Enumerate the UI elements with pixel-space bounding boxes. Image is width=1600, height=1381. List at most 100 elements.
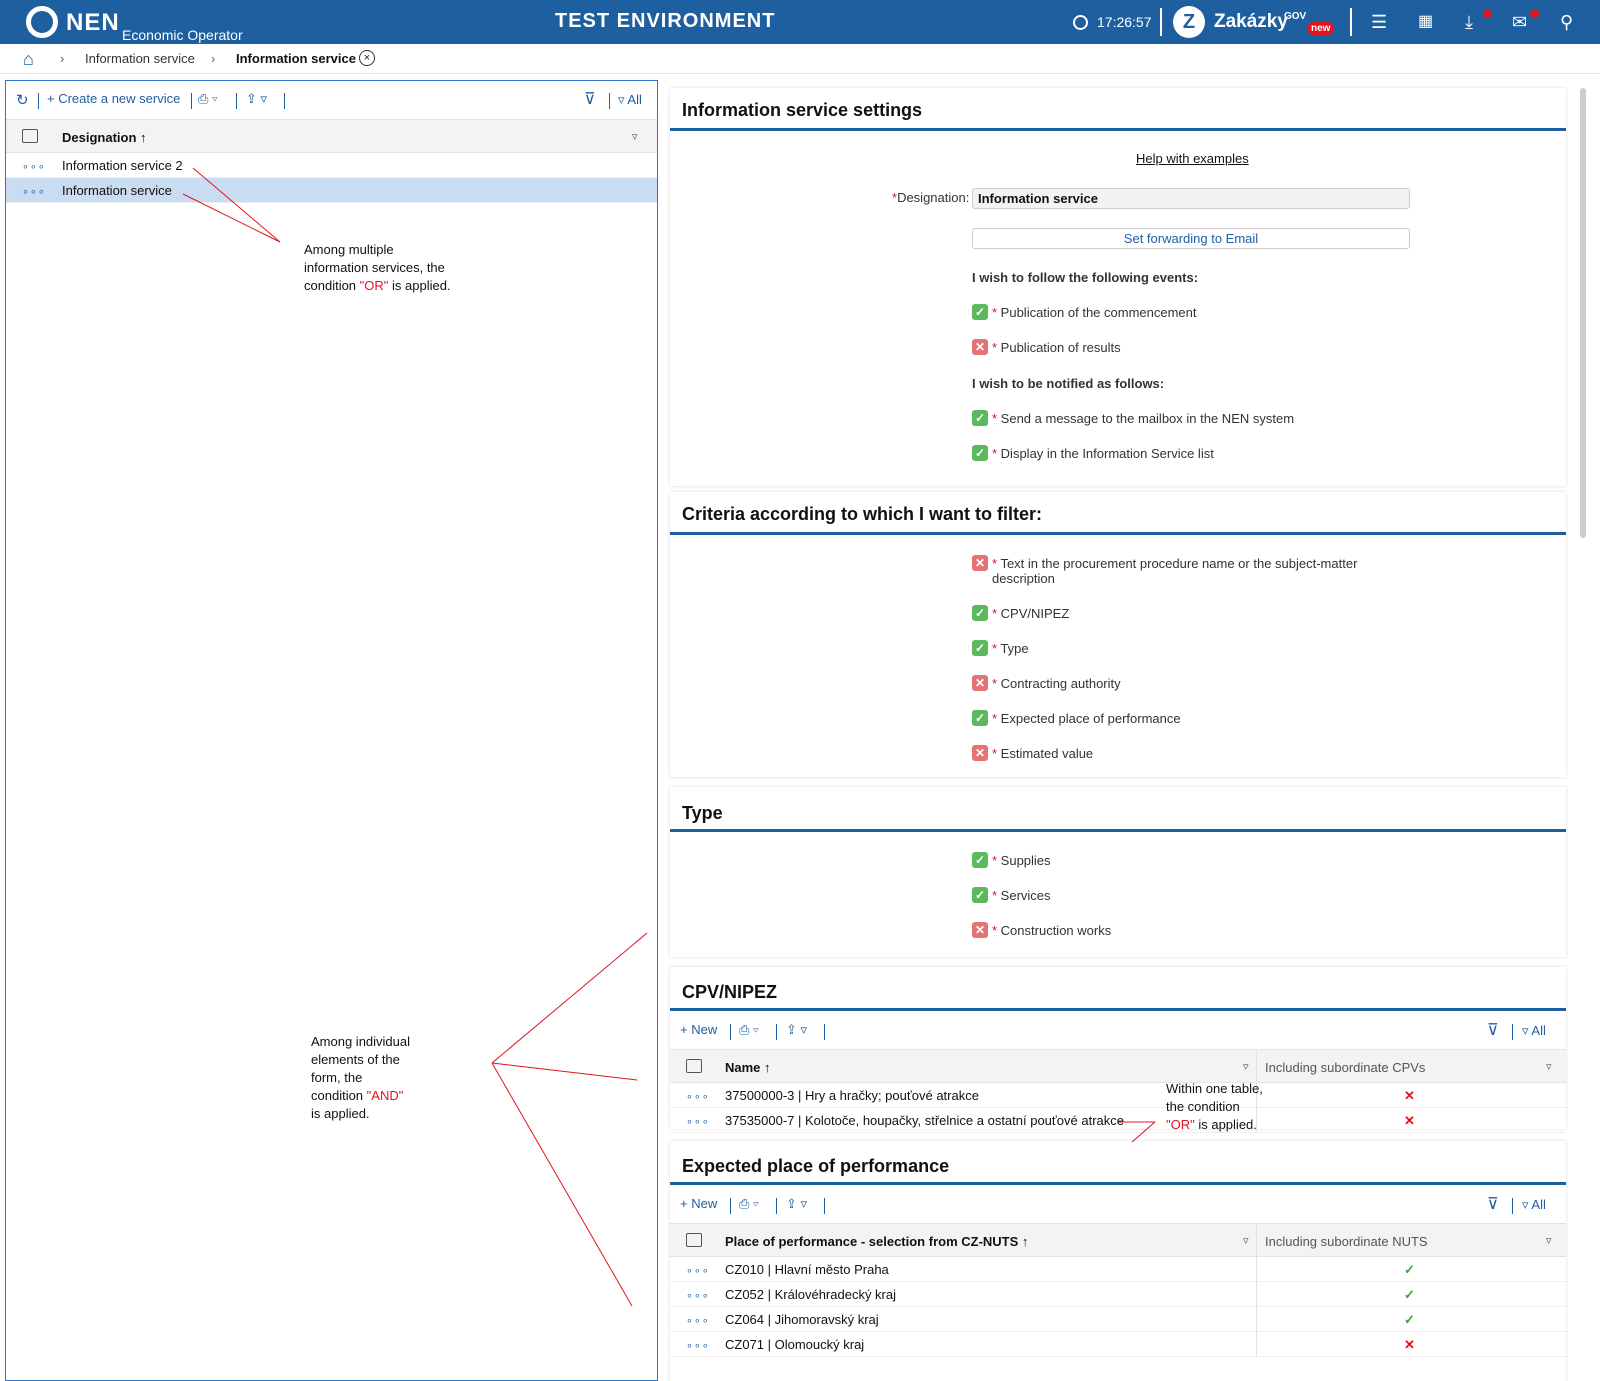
- print-icon[interactable]: ⎙ ▿: [198, 91, 217, 107]
- zakazky-logo-icon[interactable]: Z: [1173, 6, 1205, 38]
- export-icon[interactable]: ⇪ ▿: [246, 91, 267, 107]
- cross-icon[interactable]: ✕: [972, 555, 988, 571]
- place-name: CZ064 | Jihomoravský kraj: [725, 1312, 879, 1327]
- row-menu-icon[interactable]: ∘∘∘: [686, 1115, 710, 1128]
- list-item[interactable]: ∘∘∘ Information service 2: [6, 153, 657, 178]
- zakazky-link[interactable]: Zakázky: [1214, 11, 1288, 33]
- column-settings-icon[interactable]: [686, 1059, 702, 1073]
- title-underline: [670, 829, 1566, 832]
- check-icon[interactable]: ✓: [972, 445, 988, 461]
- service-name[interactable]: Information service 2: [62, 158, 183, 173]
- help-link[interactable]: Help with examples: [1136, 151, 1249, 166]
- type-label: * Services: [992, 888, 1051, 903]
- row-menu-icon[interactable]: ∘∘∘: [686, 1289, 710, 1302]
- table-row[interactable]: ∘∘∘ CZ010 | Hlavní město Praha ✓: [670, 1257, 1566, 1282]
- criteria-label: * Expected place of performance: [992, 711, 1181, 726]
- filter-icon[interactable]: ⊽: [584, 89, 596, 109]
- place-new-button[interactable]: + New: [680, 1196, 717, 1211]
- new-badge: new: [1307, 22, 1335, 35]
- clock-icon: [1073, 15, 1088, 30]
- export-icon[interactable]: ⇪ ▿: [786, 1196, 807, 1212]
- column-settings-icon[interactable]: [22, 129, 38, 143]
- filter-all-dropdown[interactable]: ▿ All: [618, 92, 642, 108]
- cpv-title: CPV/NIPEZ: [682, 982, 778, 1002]
- criteria-label-text: CPV/NIPEZ: [1000, 606, 1070, 621]
- refresh-icon[interactable]: ↻: [16, 91, 29, 109]
- place-name-column-header[interactable]: Place of performance - selection from CZ…: [725, 1234, 1028, 1249]
- place-subordinate-column-header[interactable]: Including subordinate NUTS: [1265, 1234, 1428, 1249]
- breadcrumb-item[interactable]: Information service: [85, 51, 195, 66]
- designation-input[interactable]: Information service: [972, 188, 1410, 209]
- table-row[interactable]: ∘∘∘ CZ064 | Jihomoravský kraj ✓: [670, 1307, 1566, 1332]
- annotation-line: Among multiple: [304, 242, 394, 257]
- table-row[interactable]: ∘∘∘ CZ071 | Olomoucký kraj ✕: [670, 1332, 1566, 1357]
- close-tab-icon[interactable]: ×: [359, 50, 375, 66]
- check-icon[interactable]: ✓: [972, 410, 988, 426]
- divider: [730, 1198, 731, 1214]
- set-forwarding-button[interactable]: Set forwarding to Email: [972, 228, 1410, 249]
- criteria-label: * CPV/NIPEZ: [992, 606, 1070, 621]
- mail-icon[interactable]: ✉: [1512, 12, 1527, 32]
- menu-icon[interactable]: ☰: [1371, 12, 1387, 32]
- cpv-new-button[interactable]: + New: [680, 1022, 717, 1037]
- column-settings-icon[interactable]: [686, 1233, 702, 1247]
- event-label-text: Publication of the commencement: [1000, 305, 1197, 320]
- logo-text[interactable]: NEN: [66, 9, 120, 37]
- column-divider: [1256, 1224, 1257, 1256]
- filter-icon[interactable]: ⊽: [1487, 1194, 1499, 1214]
- row-menu-icon[interactable]: ∘∘∘: [686, 1090, 710, 1103]
- calendar-icon[interactable]: ▦: [1418, 12, 1433, 32]
- cross-icon[interactable]: ✕: [972, 339, 988, 355]
- gov-label: GOV: [1284, 11, 1307, 22]
- filter-all-dropdown[interactable]: ▿ All: [1522, 1197, 1546, 1213]
- download-icon[interactable]: ⤓: [1465, 12, 1473, 32]
- scrollbar[interactable]: [1580, 88, 1586, 538]
- type-label: * Supplies: [992, 853, 1051, 868]
- table-row[interactable]: ∘∘∘ CZ052 | Královéhradecký kraj ✓: [670, 1282, 1566, 1307]
- logo-subtitle: Economic Operator: [122, 27, 243, 43]
- column-menu-icon[interactable]: ▿: [1243, 1060, 1249, 1073]
- cross-icon[interactable]: ✕: [972, 922, 988, 938]
- column-menu-icon[interactable]: ▿: [1546, 1060, 1552, 1073]
- column-menu-icon[interactable]: ▿: [1243, 1234, 1249, 1247]
- cpv-name-column-header[interactable]: Name ↑: [725, 1060, 771, 1075]
- breadcrumb: ⌂ › Information service › Information se…: [0, 44, 1600, 74]
- divider: [1160, 8, 1162, 36]
- column-menu-icon[interactable]: ▿: [1546, 1234, 1552, 1247]
- create-service-button[interactable]: + Create a new service: [47, 91, 180, 106]
- divider: [824, 1024, 825, 1040]
- cross-icon[interactable]: ✕: [972, 745, 988, 761]
- row-menu-icon[interactable]: ∘∘∘: [686, 1314, 710, 1327]
- row-menu-icon[interactable]: ∘∘∘: [686, 1264, 710, 1277]
- list-item-selected[interactable]: ∘∘∘ Information service: [6, 178, 657, 203]
- criteria-label-text: Estimated value: [1000, 746, 1094, 761]
- row-menu-icon[interactable]: ∘∘∘: [22, 160, 46, 173]
- table-row[interactable]: ∘∘∘ 37500000-3 | Hry a hračky; pouťové a…: [670, 1083, 1566, 1108]
- divider: [776, 1198, 777, 1214]
- filter-all-dropdown[interactable]: ▿ All: [1522, 1023, 1546, 1039]
- row-menu-icon[interactable]: ∘∘∘: [686, 1339, 710, 1352]
- check-icon[interactable]: ✓: [972, 887, 988, 903]
- cross-icon[interactable]: ✕: [972, 675, 988, 691]
- home-icon[interactable]: ⌂: [23, 49, 34, 70]
- designation-column-header[interactable]: Designation ↑: [62, 130, 147, 145]
- settings-card: Information service settings Help with e…: [670, 88, 1566, 486]
- nen-logo-icon[interactable]: [26, 6, 58, 38]
- print-icon[interactable]: ⎙ ▿: [739, 1022, 758, 1038]
- check-icon[interactable]: ✓: [972, 852, 988, 868]
- filter-icon[interactable]: ⊽: [1487, 1020, 1499, 1040]
- cpv-subordinate-column-header[interactable]: Including subordinate CPVs: [1265, 1060, 1425, 1075]
- check-icon[interactable]: ✓: [972, 605, 988, 621]
- print-icon[interactable]: ⎙ ▿: [739, 1196, 758, 1212]
- notify-label: * Send a message to the mailbox in the N…: [992, 411, 1295, 426]
- table-row[interactable]: ∘∘∘ 37535000-7 | Kolotoče, houpačky, stř…: [670, 1108, 1566, 1133]
- check-icon[interactable]: ✓: [972, 640, 988, 656]
- annotation-keyword: "OR": [1166, 1117, 1195, 1132]
- row-menu-icon[interactable]: ∘∘∘: [22, 185, 46, 198]
- column-menu-icon[interactable]: ▿: [632, 130, 638, 143]
- check-icon[interactable]: ✓: [972, 710, 988, 726]
- export-icon[interactable]: ⇪ ▿: [786, 1022, 807, 1038]
- check-icon[interactable]: ✓: [972, 304, 988, 320]
- service-name[interactable]: Information service: [62, 183, 172, 198]
- user-icon[interactable]: ⚲: [1560, 12, 1573, 32]
